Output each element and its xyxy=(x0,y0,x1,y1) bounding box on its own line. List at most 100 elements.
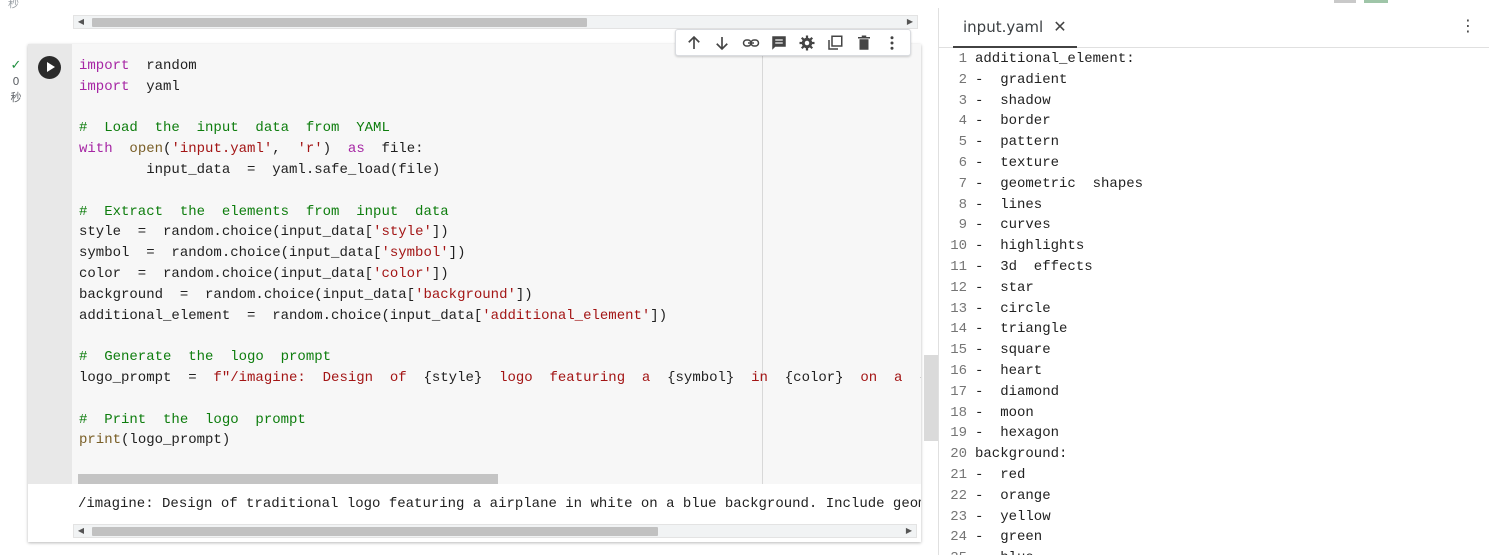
run-cell-button[interactable] xyxy=(38,56,61,79)
code-token: logo_prompt = xyxy=(79,369,214,386)
code-token: input_data = yaml.safe_load(file) xyxy=(79,161,441,178)
code-token: 'symbol' xyxy=(381,245,449,262)
line-text: - green xyxy=(975,529,1043,546)
code-cell[interactable]: import random import yaml # Load the input… xyxy=(28,44,921,542)
editor-line: 1 additional_element: xyxy=(939,49,1489,70)
scroll-left-arrow-icon[interactable]: ◀ xyxy=(74,16,88,28)
code-token: ]) xyxy=(431,224,449,241)
line-number: 23 xyxy=(950,508,967,525)
line-text: - heart xyxy=(975,362,1043,379)
code-lines: import random import yaml # Load the input… xyxy=(79,56,921,451)
line-number: 1 xyxy=(958,51,967,67)
editor-line: 20 background: xyxy=(939,444,1489,465)
editor-line: 13 - circle xyxy=(939,299,1489,320)
previous-output-scrollbar[interactable]: ◀ ▶ xyxy=(73,15,918,29)
code-token: 'style' xyxy=(373,224,432,241)
code-line: symbol = random.choice(input_data['symbo… xyxy=(79,243,921,264)
move-down-icon[interactable] xyxy=(711,32,733,54)
code-token: # Print the logo prompt xyxy=(79,411,306,428)
code-line: # Print the logo prompt xyxy=(79,410,921,431)
line-number: 5 xyxy=(958,134,967,151)
run-duration-value: 0 xyxy=(12,75,20,88)
code-token: {style} xyxy=(423,369,483,386)
output-scrollbar[interactable]: ◀ ▶ xyxy=(73,524,917,538)
code-line: import random xyxy=(79,56,921,77)
code-token: in xyxy=(734,369,785,386)
code-token: {symbol} xyxy=(667,369,735,386)
scroll-right-arrow-icon[interactable]: ▶ xyxy=(903,16,917,28)
code-line: print(logo_prompt) xyxy=(79,430,921,451)
line-text: - yellow xyxy=(975,508,1051,525)
line-number: 11 xyxy=(950,258,967,275)
editor-line: 11 - 3d effects xyxy=(939,257,1489,278)
settings-icon[interactable] xyxy=(796,32,818,54)
scrollbar-thumb[interactable] xyxy=(92,527,658,536)
cell-toolbar xyxy=(675,29,911,56)
code-token: ]) xyxy=(650,307,668,324)
tab-label: input.yaml xyxy=(963,18,1044,36)
line-text: - hexagon xyxy=(975,425,1060,442)
editor-line: 15 - square xyxy=(939,340,1489,361)
mirror-cell-icon[interactable] xyxy=(824,32,846,54)
move-up-icon[interactable] xyxy=(683,32,705,54)
scrollbar-thumb[interactable] xyxy=(92,18,587,27)
code-editor[interactable]: import random import yaml # Load the input… xyxy=(72,44,921,484)
code-token: # Load the input data from YAML xyxy=(79,120,390,137)
code-token: # Extract the elements from input data xyxy=(79,203,449,220)
editor-line: 4 - border xyxy=(939,111,1489,132)
delete-icon[interactable] xyxy=(853,32,875,54)
line-number: 18 xyxy=(950,404,967,421)
line-number: 20 xyxy=(950,446,967,463)
editor-line: 8 - lines xyxy=(939,195,1489,216)
code-token: {color} xyxy=(784,369,844,386)
line-number: 14 xyxy=(950,321,967,338)
code-token: , xyxy=(272,141,298,158)
line-text: - diamond xyxy=(975,383,1060,400)
code-token: 'additional_element' xyxy=(482,307,651,324)
line-text: - 3d effects xyxy=(975,258,1093,275)
code-token: 'color' xyxy=(373,265,432,282)
check-icon: ✓ xyxy=(10,58,22,73)
close-icon[interactable]: ✕ xyxy=(1053,19,1066,35)
notebook-vertical-scrollbar[interactable] xyxy=(924,355,938,441)
editor-line: 24 - green xyxy=(939,527,1489,548)
line-number: 21 xyxy=(950,466,967,483)
top-right-indicator xyxy=(1334,0,1404,5)
editor-line: 7 - geometric shapes xyxy=(939,174,1489,195)
code-line: color = random.choice(input_data['color'… xyxy=(79,264,921,285)
more-options-icon[interactable] xyxy=(881,32,903,54)
line-text: background: xyxy=(975,446,1068,463)
code-token: on a xyxy=(843,369,920,386)
line-number: 17 xyxy=(950,383,967,400)
code-token: ) xyxy=(322,141,348,158)
yaml-editor[interactable]: 1 additional_element: 2 - gradient 3 - shadow… xyxy=(939,49,1489,555)
output-text: /imagine: Design of traditional logo fea… xyxy=(78,496,921,512)
code-token: # Generate the logo prompt xyxy=(79,349,332,366)
line-number: 4 xyxy=(958,113,967,130)
editor-line: 10 - highlights xyxy=(939,236,1489,257)
code-token: ]) xyxy=(448,245,466,262)
comment-icon[interactable] xyxy=(768,32,790,54)
code-token: open xyxy=(129,141,164,158)
line-number: 10 xyxy=(950,238,967,255)
code-line: # Generate the logo prompt xyxy=(79,347,921,368)
code-scrollbar-thumb[interactable] xyxy=(78,474,498,484)
line-number: 2 xyxy=(958,71,967,88)
code-token: symbol = random.choice(input_data[ xyxy=(79,245,382,262)
scroll-right-arrow-icon[interactable]: ▶ xyxy=(902,525,916,537)
code-token: import xyxy=(79,58,130,74)
code-token: import xyxy=(79,78,130,95)
link-icon[interactable] xyxy=(740,32,762,54)
tab-input-yaml[interactable]: input.yaml ✕ xyxy=(953,8,1077,48)
line-number: 24 xyxy=(950,529,967,546)
more-vert-icon[interactable]: ⋮ xyxy=(1460,16,1477,35)
line-number: 13 xyxy=(950,300,967,317)
editor-line: 18 - moon xyxy=(939,403,1489,424)
scroll-left-arrow-icon[interactable]: ◀ xyxy=(74,525,88,537)
line-text: - triangle xyxy=(975,321,1068,338)
code-token: logo featuring a xyxy=(482,369,668,386)
editor-line: 19 - hexagon xyxy=(939,423,1489,444)
